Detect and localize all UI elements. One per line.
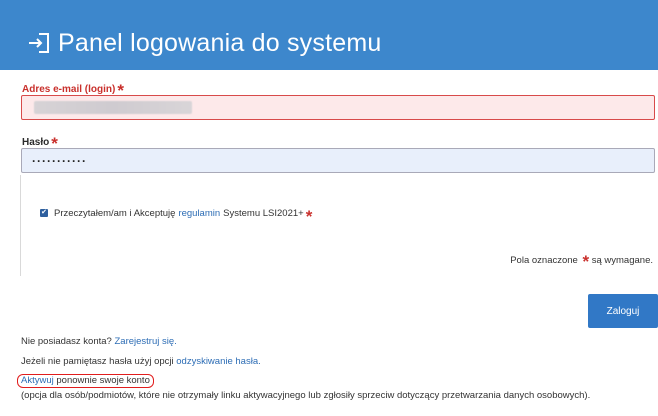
page-header: Panel logowania do systemu [0, 0, 658, 70]
activate-box: Aktywuj ponownie swoje konto [17, 374, 154, 388]
register-link[interactable]: Zarejestruj się. [114, 336, 176, 347]
forgot-text: Jeżeli nie pamiętasz hasła użyj opcji [21, 356, 174, 367]
terms-row: ✔ Przeczytałem/am i Akceptuję regulamin … [40, 203, 312, 226]
required-note: Pola oznaczone * są wymagane. [510, 248, 653, 271]
form-divider [20, 175, 21, 276]
terms-link[interactable]: regulamin [178, 208, 220, 219]
password-label: Hasło * [22, 130, 58, 153]
register-text: Nie posiadasz konta? [21, 336, 112, 347]
activate-link[interactable]: Aktywuj [21, 375, 54, 386]
required-note-before: Pola oznaczone [510, 255, 578, 266]
password-label-text: Hasło [22, 137, 50, 148]
login-button[interactable]: Zaloguj [588, 294, 658, 328]
required-note-after: są wymagane. [591, 255, 653, 266]
activate-text: ponownie swoje konto [56, 375, 150, 386]
required-star-icon: * [582, 252, 590, 271]
email-value-blurred [34, 101, 192, 114]
terms-checkbox[interactable]: ✔ [40, 209, 48, 217]
register-line: Nie posiadasz konta? Zarejestruj się. [21, 336, 177, 347]
terms-text-before: Przeczytałem/am i Akceptuję [54, 207, 176, 219]
password-field[interactable] [21, 148, 655, 173]
recover-link[interactable]: odzyskiwanie hasła. [176, 356, 261, 367]
required-star-icon: * [305, 207, 313, 226]
terms-text-after: Systemu LSI2021+ [223, 207, 304, 219]
email-label: Adres e-mail (login) * [22, 77, 124, 100]
header-title-wrap: Panel logowania do systemu [26, 28, 381, 58]
email-label-text: Adres e-mail (login) [22, 84, 116, 95]
activate-note: (opcja dla osób/podmiotów, które nie otr… [21, 390, 591, 401]
page-title: Panel logowania do systemu [58, 29, 382, 57]
forgot-line: Jeżeli nie pamiętasz hasła użyj opcji od… [21, 356, 261, 367]
login-icon [26, 31, 52, 55]
